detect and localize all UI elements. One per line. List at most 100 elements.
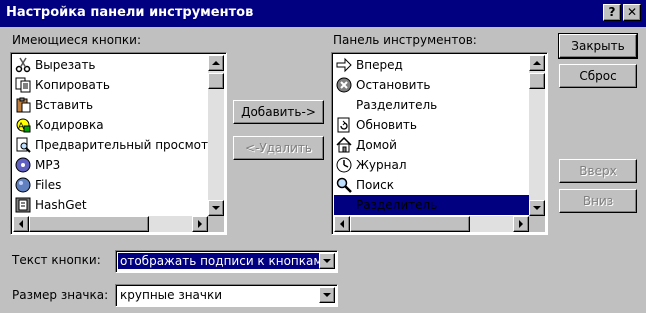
toolbar-vertical-scrollbar[interactable] xyxy=(529,55,545,216)
scroll-thumb[interactable] xyxy=(529,73,545,89)
available-items: Вырезать Копировать Вставить A Кодировка Пред… xyxy=(13,55,208,216)
icon-size-label: Размер значка: xyxy=(12,288,109,302)
list-item[interactable]: Вперед xyxy=(334,55,529,75)
scroll-thumb[interactable] xyxy=(29,216,149,232)
list-item[interactable]: Остановить xyxy=(334,75,529,95)
list-item[interactable]: Журнал xyxy=(334,155,529,175)
help-button[interactable]: ? xyxy=(603,4,621,21)
list-item-label: Вырезать xyxy=(35,58,96,72)
icon-size-select[interactable]: крупные значки xyxy=(115,284,338,307)
scroll-up-button[interactable] xyxy=(529,55,545,71)
remove-button[interactable]: <-Удалить xyxy=(233,136,324,160)
home-icon xyxy=(335,136,353,154)
list-item[interactable]: Files xyxy=(13,175,208,195)
move-down-button[interactable]: Вниз xyxy=(559,189,637,213)
reset-button[interactable]: Сброс xyxy=(559,64,637,88)
window-title: Настройка панели инструментов xyxy=(6,5,254,20)
move-up-button[interactable]: Вверх xyxy=(559,159,637,183)
scissors-icon xyxy=(14,56,32,74)
list-item-label: Домой xyxy=(356,138,397,152)
separator-icon xyxy=(335,96,353,114)
list-item[interactable]: A Кодировка xyxy=(13,115,208,135)
scroll-thumb[interactable] xyxy=(208,73,224,89)
separator-icon xyxy=(335,196,353,214)
list-item[interactable]: Копировать xyxy=(13,75,208,95)
search-icon xyxy=(335,176,353,194)
list-item-label: Поиск xyxy=(356,178,395,192)
up-arrow-icon xyxy=(212,61,220,65)
left-arrow-icon xyxy=(19,220,23,228)
scroll-thumb[interactable] xyxy=(350,216,470,232)
copy-icon xyxy=(14,76,32,94)
toolbar-items: Вперед Остановить Разделитель Обновить Домой… xyxy=(334,55,529,216)
add-button[interactable]: Добавить-> xyxy=(233,100,324,124)
dropdown-button[interactable] xyxy=(319,253,335,269)
down-arrow-icon xyxy=(212,206,220,210)
list-item-label: Вставить xyxy=(35,98,94,112)
refresh-icon xyxy=(335,116,353,134)
scroll-right-button[interactable] xyxy=(513,216,529,232)
scroll-corner xyxy=(208,216,224,232)
chevron-down-icon xyxy=(323,259,331,263)
list-item-label: Обновить xyxy=(356,118,417,132)
list-item-label: HashGet xyxy=(35,198,87,212)
list-item-label: MP3 xyxy=(35,158,61,172)
hashget-icon xyxy=(14,196,32,214)
forward-arrow-icon xyxy=(335,56,353,74)
right-arrow-icon xyxy=(519,220,523,228)
list-item-label: Разделитель xyxy=(356,98,438,112)
dropdown-button[interactable] xyxy=(319,287,335,303)
button-text-value: отображать подписи к кнопкам xyxy=(118,253,325,269)
down-arrow-icon xyxy=(533,206,541,210)
button-text-select[interactable]: отображать подписи к кнопкам xyxy=(115,250,338,273)
list-item-label: Вперед xyxy=(356,58,403,72)
list-item[interactable]: Разделитель xyxy=(334,195,529,215)
right-arrow-icon xyxy=(198,220,202,228)
scroll-down-button[interactable] xyxy=(208,200,224,216)
available-buttons-label: Имеющиеся кнопки: xyxy=(12,33,141,47)
list-item[interactable]: Домой xyxy=(334,135,529,155)
scroll-right-button[interactable] xyxy=(192,216,208,232)
encoding-icon: A xyxy=(14,116,32,134)
paste-icon xyxy=(14,96,32,114)
stop-icon xyxy=(335,76,353,94)
list-item-label: Предварительный просмотр xyxy=(35,138,208,152)
list-item-label: Кодировка xyxy=(35,118,104,132)
list-item-label: Копировать xyxy=(35,78,110,92)
list-item[interactable]: Поиск xyxy=(334,175,529,195)
scroll-up-button[interactable] xyxy=(208,55,224,71)
list-item[interactable]: Вырезать xyxy=(13,55,208,75)
title-bar: Настройка панели инструментов ? ✕ xyxy=(0,0,646,27)
list-item[interactable]: Вставить xyxy=(13,95,208,115)
list-item[interactable]: Разделитель xyxy=(334,95,529,115)
mp3-icon xyxy=(14,156,32,174)
scroll-left-button[interactable] xyxy=(334,216,350,232)
list-item-label: Разделитель xyxy=(356,198,438,212)
list-item-label: Files xyxy=(35,178,62,192)
list-item-label: Остановить xyxy=(356,78,431,92)
close-button[interactable]: Закрыть xyxy=(558,33,638,59)
close-window-button[interactable]: ✕ xyxy=(623,4,641,21)
scroll-corner xyxy=(529,216,545,232)
list-item[interactable]: MP3 xyxy=(13,155,208,175)
available-horizontal-scrollbar[interactable] xyxy=(13,216,208,232)
list-item[interactable]: Обновить xyxy=(334,115,529,135)
scroll-left-button[interactable] xyxy=(13,216,29,232)
scroll-down-button[interactable] xyxy=(529,200,545,216)
history-icon xyxy=(335,156,353,174)
list-item[interactable]: Предварительный просмотр xyxy=(13,135,208,155)
list-item-label: Журнал xyxy=(356,158,407,172)
chevron-down-icon xyxy=(323,293,331,297)
toolbar-horizontal-scrollbar[interactable] xyxy=(334,216,529,232)
button-text-label: Текст кнопки: xyxy=(12,253,101,267)
print-preview-icon xyxy=(14,136,32,154)
list-item[interactable]: HashGet xyxy=(13,195,208,215)
up-arrow-icon xyxy=(533,61,541,65)
icon-size-value: крупные значки xyxy=(120,288,223,302)
available-vertical-scrollbar[interactable] xyxy=(208,55,224,216)
toolbar-buttons-list[interactable]: Вперед Остановить Разделитель Обновить Домой… xyxy=(331,52,548,235)
toolbar-buttons-label: Панель инструментов: xyxy=(333,33,477,47)
files-icon xyxy=(14,176,32,194)
available-buttons-list[interactable]: Вырезать Копировать Вставить A Кодировка Пред… xyxy=(10,52,227,235)
left-arrow-icon xyxy=(340,220,344,228)
